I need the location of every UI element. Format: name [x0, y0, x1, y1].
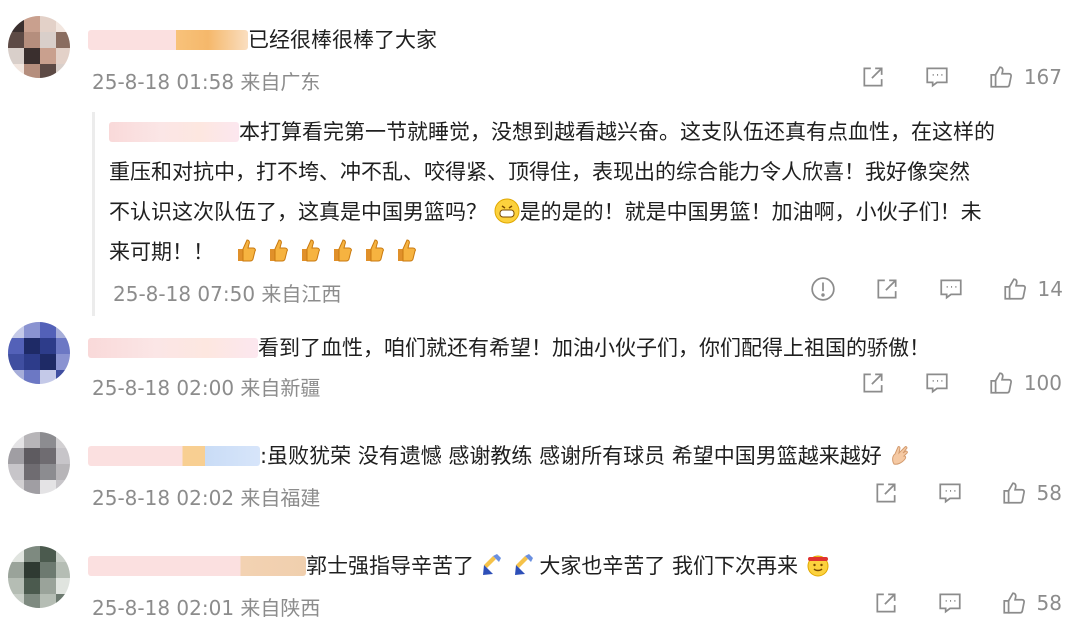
share-button[interactable] — [873, 480, 899, 506]
comment-item: 已经很棒很棒了大家 25-8-18 01:58 来自广东 167 — [0, 0, 1080, 110]
like-button[interactable]: 100 — [988, 370, 1062, 396]
like-count: 14 — [1037, 277, 1063, 301]
comment-meta: 25-8-18 02:02 来自福建 — [92, 486, 321, 510]
comment-text: 看到了血性，咱们就还有希望！加油小伙子们，你们配得上祖国的骄傲！ — [258, 336, 930, 360]
share-button[interactable] — [860, 370, 886, 396]
comment-meta: 25-8-18 02:00 来自新疆 — [92, 376, 321, 400]
reply-line: 是的是的！就是中国男篮！加油啊，小伙子们！未 — [519, 200, 982, 224]
comment-body: 已经很棒很棒了大家 — [88, 20, 437, 60]
avatar[interactable] — [8, 322, 70, 384]
reply-line: 本打算看完第一节就睡觉，没想到越看越兴奋。这支队伍还真有点血性，在这样的 — [239, 120, 995, 144]
share-icon — [863, 67, 883, 87]
thumbs-up-emoji-icon — [482, 554, 501, 575]
reply-body: 本打算看完第一节就睡觉，没想到越看越兴奋。这支队伍还真有点血性，在这样的 重压和… — [95, 112, 1061, 272]
comment-body: 郭士强指导辛苦了 大家也辛苦了 我们下次再来 — [88, 546, 831, 586]
avatar[interactable] — [8, 16, 70, 78]
thumbs-up-emoji-icon — [397, 239, 416, 262]
like-button[interactable]: 14 — [1002, 276, 1063, 302]
like-count: 58 — [1036, 481, 1062, 505]
comment-icon — [926, 67, 948, 88]
share-icon — [876, 593, 896, 613]
avatar[interactable] — [8, 432, 70, 494]
thumbs-up-emoji-icon — [301, 239, 320, 262]
comment-icon — [939, 279, 962, 300]
username-blurred[interactable] — [88, 338, 258, 358]
comment-item: 看到了血性，咱们就还有希望！加油小伙子们，你们配得上祖国的骄傲！ 25-8-18… — [0, 312, 1080, 412]
thumbs-up-icon — [1002, 592, 1025, 614]
thumbs-up-emoji-icon — [269, 239, 288, 262]
share-icon — [863, 373, 883, 393]
comment-text: 已经很棒很棒了大家 — [248, 28, 437, 52]
comment-meta: 25-8-18 02:01 来自陕西 — [92, 596, 321, 620]
reply-line: 重压和对抗中，打不垮、冲不乱、咬得紧、顶得住，表现出的综合能力令人欣喜！我好像突… — [109, 160, 970, 184]
thumbs-up-emoji-icon — [333, 239, 352, 262]
thumbs-up-icon — [1003, 278, 1026, 300]
username-blurred[interactable] — [88, 556, 306, 576]
like-count: 58 — [1036, 591, 1062, 615]
share-button[interactable] — [860, 64, 886, 90]
reply-thread: 本打算看完第一节就睡觉，没想到越看越兴奋。这支队伍还真有点血性，在这样的 重压和… — [92, 112, 1063, 316]
like-button[interactable]: 58 — [1001, 480, 1062, 506]
username-blurred[interactable] — [109, 122, 239, 142]
comment-button[interactable] — [924, 64, 950, 90]
share-button[interactable] — [874, 276, 900, 302]
thumbs-up-emoji-icon — [237, 239, 256, 262]
comment-meta: 25-8-18 01:58 来自广东 — [92, 70, 321, 94]
reply-actions: 14 — [772, 276, 1063, 302]
comment-icon — [938, 593, 961, 614]
reply-meta: 25-8-18 07:50 来自江西 — [113, 282, 342, 306]
comment-item: :虽败犹荣 没有遗憾 感谢教练 感谢所有球员 希望中国男篮越来越好 25-8-1… — [0, 422, 1080, 522]
comment-button[interactable] — [924, 370, 950, 396]
comment-button[interactable] — [937, 590, 963, 616]
username-blurred[interactable] — [88, 446, 260, 466]
comment-body: :虽败犹荣 没有遗憾 感谢教练 感谢所有球员 希望中国男篮越来越好 — [88, 436, 914, 476]
comment-button[interactable] — [938, 276, 964, 302]
comment-actions: 100 — [822, 370, 1062, 396]
username-blurred[interactable] — [88, 30, 248, 50]
comment-text: 郭士强指导辛苦了 — [306, 554, 474, 578]
grinning-emoji-icon — [494, 198, 520, 224]
comment-text: :虽败犹荣 没有遗憾 感谢教练 感谢所有球员 希望中国男篮越来越好 — [260, 444, 882, 468]
like-button[interactable]: 167 — [988, 64, 1062, 90]
like-button[interactable]: 58 — [1001, 590, 1062, 616]
thumbs-up-icon — [990, 372, 1012, 394]
comment-item: 郭士强指导辛苦了 大家也辛苦了 我们下次再来 25-8-18 02:01 来自陕… — [0, 532, 1080, 640]
avatar[interactable] — [8, 546, 70, 608]
share-icon — [876, 483, 896, 503]
hand-emoji-icon — [892, 446, 909, 465]
comment-icon — [926, 373, 948, 394]
comment-actions: 167 — [822, 64, 1062, 90]
comment-actions: 58 — [835, 590, 1062, 616]
thumbs-up-emoji-icon — [365, 239, 384, 262]
thumbs-up-icon — [1002, 482, 1025, 504]
thumbs-up-emoji-row — [235, 239, 427, 264]
share-button[interactable] — [873, 590, 899, 616]
thumbs-up-emoji-icon — [515, 554, 534, 575]
reply-line: 来可期！！ — [109, 240, 214, 264]
comment-icon — [938, 483, 961, 504]
cheering-emoji-icon — [807, 555, 829, 577]
comment-body: 看到了血性，咱们就还有希望！加油小伙子们，你们配得上祖国的骄傲！ — [88, 328, 930, 368]
like-count: 100 — [1023, 371, 1062, 395]
like-count: 167 — [1023, 65, 1062, 89]
reply-line: 不认识这次队伍了，这真是中国男篮吗？ — [109, 200, 487, 224]
comment-actions: 58 — [835, 480, 1062, 506]
comment-button[interactable] — [937, 480, 963, 506]
report-icon — [810, 277, 835, 301]
comment-text-continued: 大家也辛苦了 我们下次再来 — [539, 554, 799, 578]
share-icon — [877, 279, 897, 299]
thumbs-up-icon — [990, 66, 1012, 88]
report-button[interactable] — [810, 276, 836, 302]
